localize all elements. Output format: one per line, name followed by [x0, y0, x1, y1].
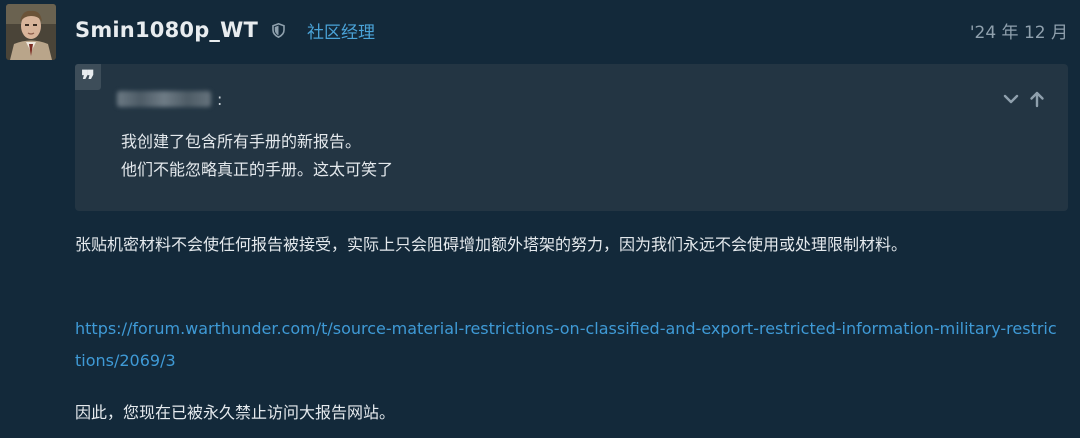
avatar[interactable] [6, 4, 56, 60]
quote-author-suffix: : [217, 89, 223, 109]
quote-line: 我创建了包含所有手册的新报告。 [121, 132, 362, 151]
quote-author[interactable]: : [117, 88, 222, 110]
post-date[interactable]: '24 年 12 月 [970, 18, 1068, 43]
quote-author-name-blurred [117, 91, 211, 107]
username[interactable]: Smin1080p_WT [75, 18, 258, 42]
quote-icon: ❞ [75, 64, 101, 96]
post-link[interactable]: https://forum.warthunder.com/t/source-ma… [75, 313, 1060, 377]
avatar-image [6, 4, 56, 60]
quote-text: 我创建了包含所有手册的新报告。 他们不能忽略真正的手册。这太可笑了 [121, 128, 1038, 184]
quote-line: 他们不能忽略真正的手册。这太可笑了 [121, 160, 394, 179]
arrow-up-icon[interactable] [1028, 90, 1046, 108]
post-paragraph: 因此，您现在已被永久禁止访问大报告网站。 [75, 403, 396, 422]
quote-controls [1002, 90, 1046, 108]
chevron-down-icon[interactable] [1002, 90, 1020, 108]
shield-icon [272, 22, 285, 38]
post-paragraph: 张贴机密材料不会使任何报告被接受，实际上只会阻碍增加额外塔架的努力，因为我们永远… [75, 235, 908, 254]
user-title[interactable]: 社区经理 [307, 18, 375, 43]
post-header: Smin1080p_WT 社区经理 '24 年 12 月 [75, 14, 1068, 46]
quote-block: ❞ : 我创建了包含所有手册的新报告。 他们不能忽略真正的手册。这太可笑了 [75, 64, 1068, 211]
